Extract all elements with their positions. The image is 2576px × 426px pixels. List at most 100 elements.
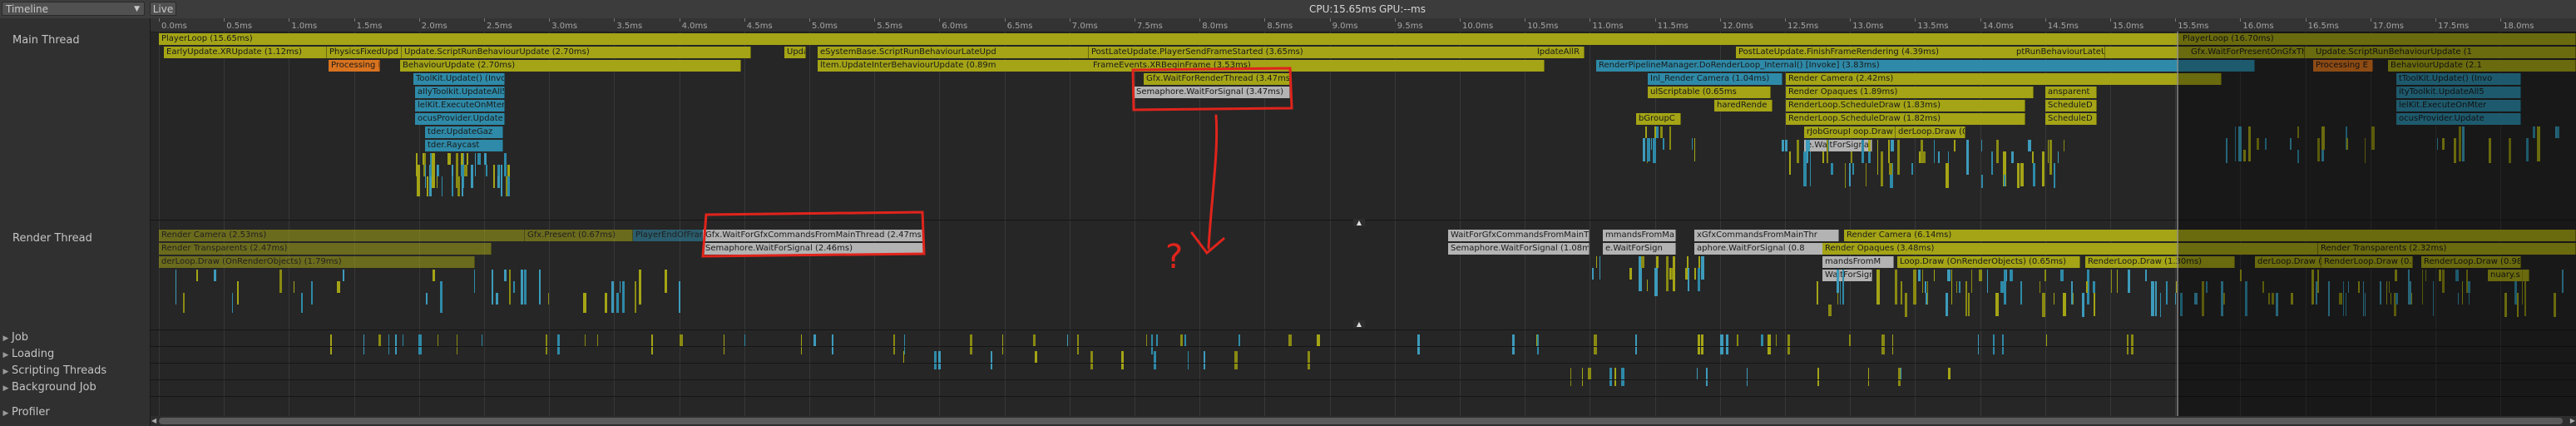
grid-line bbox=[2110, 32, 2111, 426]
sample-sliver bbox=[2131, 334, 2134, 354]
ruler-tick-label: 3.0ms bbox=[551, 22, 578, 31]
group-background-job[interactable]: ▶ Background Job bbox=[0, 381, 96, 394]
main-thread-marker[interactable]: aIlyToolkit.UpdateAll5 bbox=[415, 87, 505, 98]
main-thread-marker[interactable]: tder.Raycast bbox=[425, 140, 503, 151]
sample-sliver bbox=[1641, 256, 1644, 268]
main-thread-marker[interactable]: Semaphore.WaitForSignal (3.47ms) bbox=[1134, 87, 1290, 98]
main-thread-marker[interactable]: Processing E bbox=[329, 60, 380, 72]
ruler-tick-label: 11.0ms bbox=[1592, 22, 1624, 31]
main-thread-marker[interactable]: PhysicsFixedUpd bbox=[327, 47, 402, 58]
view-mode-dropdown[interactable]: Timeline ▼ bbox=[2, 2, 145, 16]
render-thread-marker[interactable]: e.WaitForSign bbox=[1603, 243, 1676, 255]
scroll-right-icon[interactable]: ▶ bbox=[2570, 417, 2575, 424]
main-thread-marker[interactable]: Inl_Render Camera (1.04ms) bbox=[1648, 73, 1782, 85]
group-profiler[interactable]: ▶ Profiler bbox=[0, 406, 50, 419]
main-thread-marker[interactable]: Update.ScriptRunBehaviourUpdate (2.70ms) bbox=[402, 47, 751, 58]
main-thread-marker[interactable]: bGroupC bbox=[1636, 113, 1681, 125]
main-thread-marker[interactable]: derLoop.Draw (0.5 bbox=[1896, 126, 1965, 138]
main-thread-marker[interactable]: ocusProvider.Update bbox=[415, 113, 505, 125]
sample-sliver bbox=[2049, 140, 2052, 175]
render-thread-marker[interactable]: Semaphore.WaitForSignal (1.08ms) bbox=[1448, 243, 1590, 255]
main-thread-marker[interactable]: PlayerLoop (15.65ms) bbox=[159, 33, 2213, 45]
sample-sliver bbox=[1816, 281, 1819, 305]
render-thread-marker[interactable]: Gfx.Present (0.67ms) bbox=[525, 230, 633, 241]
ruler-tick-label: 2.0ms bbox=[421, 22, 447, 31]
main-thread-marker[interactable]: ptRunBehaviourLateUpd bbox=[2014, 47, 2105, 58]
timeline-view[interactable]: 0.0ms 0.5ms 1.0ms 1.5ms 2.0ms 2.5ms 3.0ms 3.5ms… bbox=[151, 18, 2576, 426]
render-thread-marker[interactable]: WaitForSign bbox=[1822, 270, 1872, 281]
sample-sliver bbox=[2073, 293, 2074, 305]
main-thread-marker[interactable]: ScheduleD bbox=[2045, 113, 2097, 125]
live-button[interactable]: Live bbox=[150, 2, 176, 16]
sample-sliver bbox=[427, 176, 428, 196]
main-thread-marker[interactable]: FrameEvents.XRBeginFrame (3.53ms) bbox=[1090, 60, 1545, 72]
main-thread-marker[interactable]: RenderLoop.ScheduleDraw (1.82ms) bbox=[1786, 113, 2025, 125]
main-thread-marker[interactable]: BehaviourUpdate (2.70ms) bbox=[400, 60, 741, 72]
sample-sliver bbox=[1698, 256, 1700, 268]
horizontal-scrollbar[interactable]: ◀ ▶ bbox=[151, 416, 2576, 426]
sample-sliver bbox=[523, 270, 527, 305]
ruler-tick-label: 13.5ms bbox=[1917, 22, 1949, 31]
sample-sliver bbox=[464, 165, 467, 176]
main-thread-marker[interactable]: Render Camera (2.42ms) bbox=[1786, 73, 2222, 85]
expand-arrow-icon: ▶ bbox=[2, 409, 9, 418]
sample-sliver bbox=[2047, 140, 2049, 163]
thread-label-main[interactable]: Main Thread bbox=[12, 34, 80, 47]
render-thread-marker[interactable]: xGfxCommandsFromMainThr bbox=[1694, 230, 1839, 241]
sample-sliver bbox=[1691, 138, 1693, 150]
render-thread-marker[interactable]: Render Transparents (2.47ms) bbox=[159, 243, 492, 255]
render-thread-marker[interactable]: derLoop.Draw (OnRenderObjects) (1.79ms) bbox=[159, 256, 475, 268]
main-thread-marker[interactable]: lelKit.ExecuteOnMter bbox=[415, 100, 505, 111]
ruler-tick-mark bbox=[2175, 18, 2177, 22]
scrollbar-thumb[interactable] bbox=[159, 418, 2563, 424]
expand-arrow-icon: ▶ bbox=[2, 351, 9, 359]
render-thread-marker[interactable]: Gfx.WaitForGfxCommandsFromMainThread (2.… bbox=[703, 230, 924, 241]
render-thread-marker[interactable]: Loop.Draw (OnRenderObjects) (0.65ms) bbox=[1897, 256, 2080, 268]
render-thread-marker[interactable]: aphore.WaitForSignal (0.8 bbox=[1694, 243, 1839, 255]
main-thread-marker[interactable]: PostLateUpdate.PlayerSendFrameStarted (3… bbox=[1089, 47, 1563, 58]
main-thread-marker[interactable]: haredRende bbox=[1714, 100, 1773, 111]
collapse-render-thread-icon[interactable]: ▲ bbox=[1353, 320, 1365, 328]
scroll-left-icon[interactable]: ◀ bbox=[151, 417, 156, 424]
sample-sliver bbox=[183, 293, 185, 313]
thread-label-render[interactable]: Render Thread bbox=[12, 232, 92, 245]
render-thread-marker[interactable]: Semaphore.WaitForSignal (2.46ms) bbox=[703, 243, 924, 255]
main-thread-marker[interactable]: ScheduleD bbox=[2045, 100, 2097, 111]
main-thread-marker[interactable]: ltem.UpdateInterBehaviourUpdate (0.89m bbox=[818, 60, 1092, 72]
time-ruler[interactable]: 0.0ms 0.5ms 1.0ms 1.5ms 2.0ms 2.5ms 3.0ms 3.5ms… bbox=[151, 18, 2576, 32]
sample-sliver bbox=[1696, 368, 1698, 379]
main-thread-marker[interactable]: ToolKit.Update() (Invo bbox=[413, 73, 505, 85]
render-thread-marker[interactable]: Render Camera (2.53ms) bbox=[159, 230, 525, 241]
main-thread-marker[interactable]: Gfx.WaitForRenderThread (3.47ms) bbox=[1144, 73, 1290, 85]
group-job[interactable]: ▶ Job bbox=[0, 331, 29, 344]
sample-sliver bbox=[2150, 305, 2153, 316]
render-thread-marker[interactable]: mmandsFromMa bbox=[1603, 230, 1676, 241]
sample-sliver bbox=[1965, 140, 1969, 175]
render-thread-marker[interactable]: mandsFromM bbox=[1822, 256, 1894, 268]
main-thread-marker[interactable]: rJobGroupID (0. bbox=[1804, 126, 1856, 138]
main-thread-marker[interactable]: oop.Draw ( bbox=[1851, 126, 1896, 138]
main-thread-marker[interactable]: tder.UpdateGaz bbox=[425, 126, 503, 138]
sample-sliver bbox=[213, 270, 217, 281]
grid-line bbox=[354, 32, 355, 426]
sample-sliver bbox=[1894, 270, 1898, 305]
main-thread-marker[interactable]: Update.K bbox=[784, 47, 806, 58]
main-thread-marker[interactable]: eSystemBase.ScriptRunBehaviourLateUpd bbox=[818, 47, 1089, 58]
sample-sliver bbox=[195, 270, 199, 281]
sample-sliver bbox=[1868, 151, 1871, 163]
sample-sliver bbox=[1891, 140, 1894, 151]
group-scripting-threads[interactable]: ▶ Scripting Threads bbox=[0, 364, 107, 377]
ruler-tick-mark bbox=[549, 18, 551, 22]
render-thread-marker[interactable]: WaitForGfxCommandsFromMainThread bbox=[1448, 230, 1590, 241]
main-thread-marker[interactable]: ulScriptable (0.65ms bbox=[1648, 87, 1771, 98]
main-thread-marker[interactable]: Render Opaques (1.89ms) bbox=[1786, 87, 2034, 98]
ruler-tick-mark bbox=[1264, 18, 1266, 22]
main-thread-marker[interactable]: RenderLoop.ScheduleDraw (1.83ms) bbox=[1786, 100, 2025, 111]
main-thread-marker[interactable]: RenderPipelineManager.DoRenderLoop_Inter… bbox=[1596, 60, 2255, 72]
main-thread-marker[interactable]: lpdateAllR bbox=[1535, 47, 1585, 58]
group-loading[interactable]: ▶ Loading bbox=[0, 348, 55, 360]
main-thread-marker[interactable]: EarlyUpdate.XRUpdate (1.12ms) bbox=[164, 47, 327, 58]
main-thread-marker[interactable]: ansparent bbox=[2045, 87, 2097, 98]
collapse-main-thread-icon[interactable]: ▲ bbox=[1353, 219, 1365, 226]
sample-sliver bbox=[1904, 293, 1908, 317]
